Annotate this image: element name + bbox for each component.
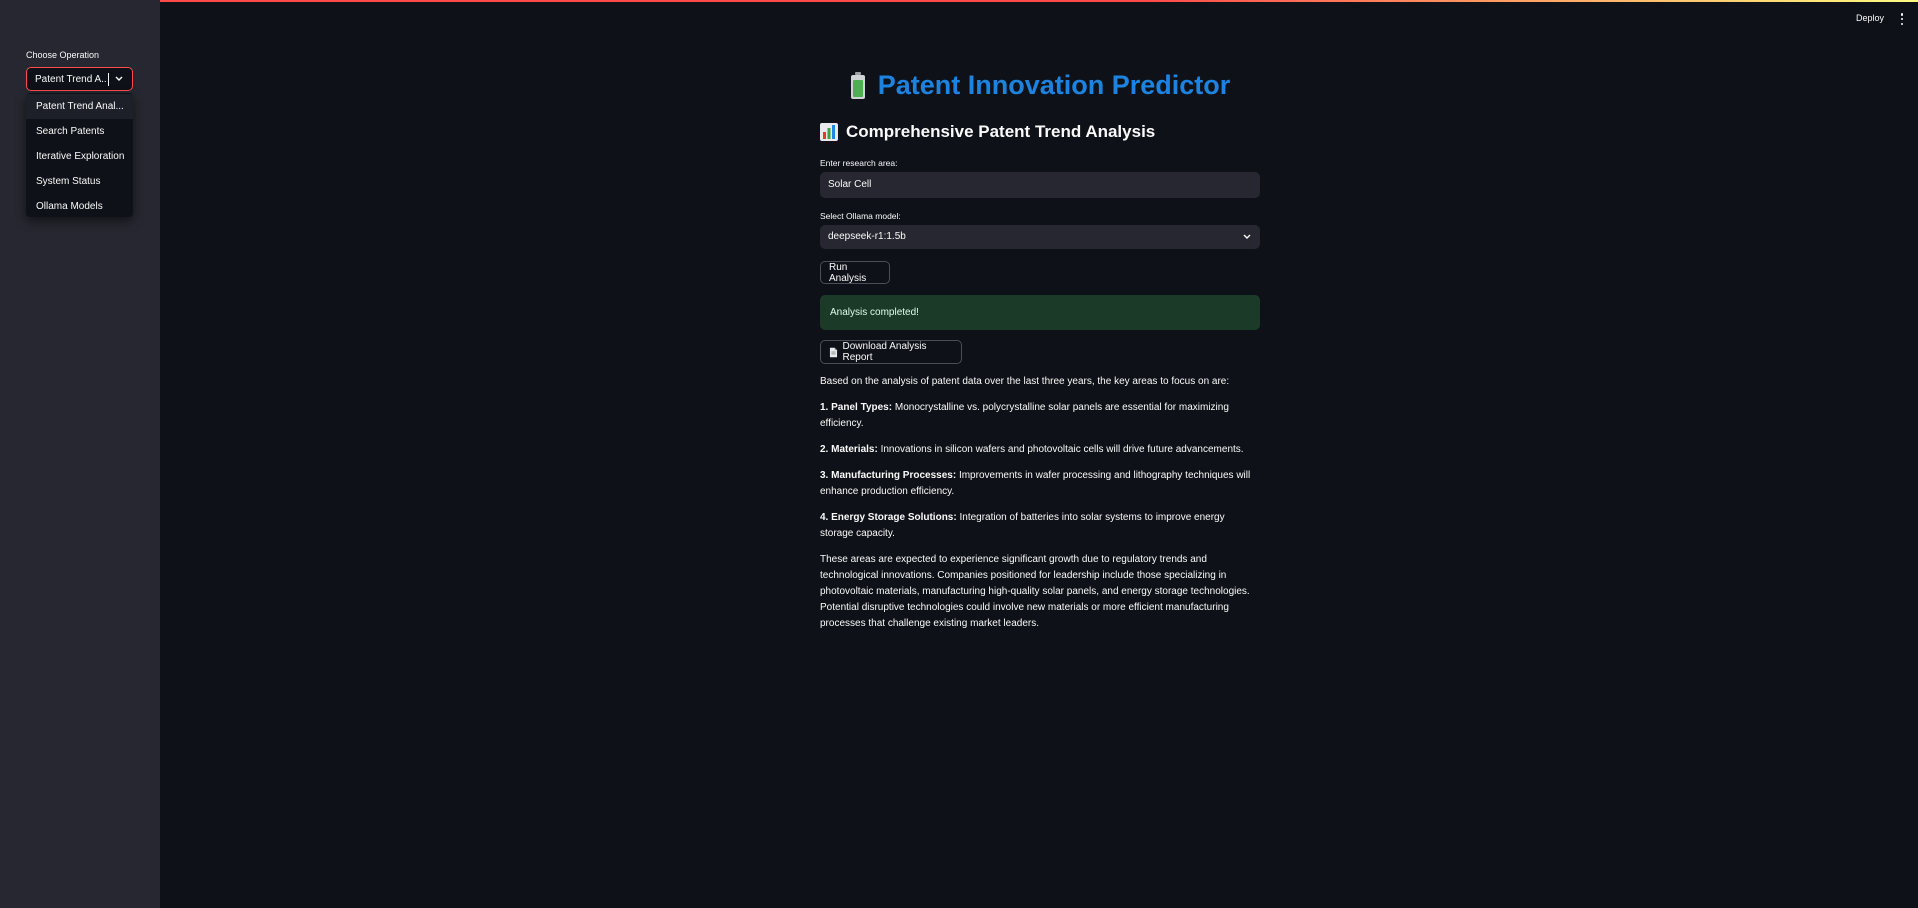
point-text: Innovations in silicon wafers and photov… bbox=[880, 444, 1244, 455]
point-title: Manufacturing Processes: bbox=[831, 470, 957, 481]
list-item: 1. Panel Types: Monocrystalline vs. poly… bbox=[820, 400, 1260, 432]
battery-icon bbox=[850, 71, 865, 99]
model-select-label: Select Ollama model: bbox=[820, 211, 901, 221]
document-icon bbox=[829, 347, 838, 357]
research-area-input[interactable]: Solar Cell bbox=[820, 172, 1260, 198]
deploy-button[interactable]: Deploy bbox=[1856, 13, 1884, 23]
model-select-value: deepseek-r1:1.5b bbox=[828, 231, 906, 242]
point-number: 1. bbox=[820, 402, 829, 413]
run-analysis-label: Run Analysis bbox=[829, 261, 867, 284]
list-item: 4. Energy Storage Solutions: Integration… bbox=[820, 510, 1260, 542]
dropdown-option-search-patents[interactable]: Search Patents bbox=[26, 119, 133, 144]
page-title-text: Patent Innovation Predictor bbox=[877, 70, 1231, 100]
operation-select[interactable]: Patent Trend A... bbox=[26, 67, 133, 91]
download-report-button[interactable]: Download Analysis Report bbox=[820, 340, 962, 364]
intro-paragraph: Based on the analysis of patent data ove… bbox=[820, 376, 1230, 387]
download-report-label: Download Analysis Report bbox=[842, 341, 927, 363]
run-analysis-button[interactable]: Run Analysis bbox=[820, 261, 890, 284]
dropdown-option-ollama-models[interactable]: Ollama Models bbox=[26, 194, 133, 219]
section-title: Comprehensive Patent Trend Analysis bbox=[820, 122, 1155, 142]
model-select[interactable]: deepseek-r1:1.5b bbox=[820, 225, 1260, 249]
section-title-text: Comprehensive Patent Trend Analysis bbox=[846, 122, 1156, 141]
dropdown-option-patent-trend[interactable]: Patent Trend Anal... bbox=[26, 94, 133, 119]
point-title: Panel Types: bbox=[831, 402, 893, 413]
point-number: 3. bbox=[820, 470, 829, 481]
list-item: 3. Manufacturing Processes: Improvements… bbox=[820, 468, 1260, 500]
point-number: 2. bbox=[820, 444, 829, 455]
conclusion-paragraph: These areas are expected to experience s… bbox=[820, 554, 1250, 629]
point-title: Energy Storage Solutions: bbox=[831, 512, 957, 523]
choose-operation-label: Choose Operation bbox=[26, 50, 100, 60]
operation-select-value: Patent Trend A... bbox=[35, 73, 107, 85]
point-title: Materials: bbox=[831, 444, 878, 455]
analysis-result-text: Based on the analysis of patent data ove… bbox=[820, 374, 1260, 642]
page-title: Patent Innovation Predictor bbox=[820, 70, 1260, 101]
top-decoration-bar bbox=[0, 0, 1918, 2]
success-alert: Analysis completed! bbox=[820, 295, 1260, 330]
chevron-down-icon bbox=[1243, 234, 1251, 239]
text-cursor bbox=[108, 72, 109, 86]
point-number: 4. bbox=[820, 512, 829, 523]
operation-dropdown-menu: Patent Trend Anal... Search Patents Iter… bbox=[26, 93, 133, 217]
chevron-down-icon bbox=[115, 76, 123, 81]
research-area-label: Enter research area: bbox=[820, 158, 898, 168]
bar-chart-icon bbox=[820, 123, 838, 141]
dropdown-option-system-status[interactable]: System Status bbox=[26, 169, 133, 194]
kebab-menu-icon[interactable] bbox=[1900, 13, 1904, 25]
sidebar: Choose Operation Patent Trend A... Paten… bbox=[0, 0, 160, 908]
dropdown-option-iterative-exploration[interactable]: Iterative Exploration bbox=[26, 144, 133, 169]
list-item: 2. Materials: Innovations in silicon waf… bbox=[820, 442, 1260, 458]
